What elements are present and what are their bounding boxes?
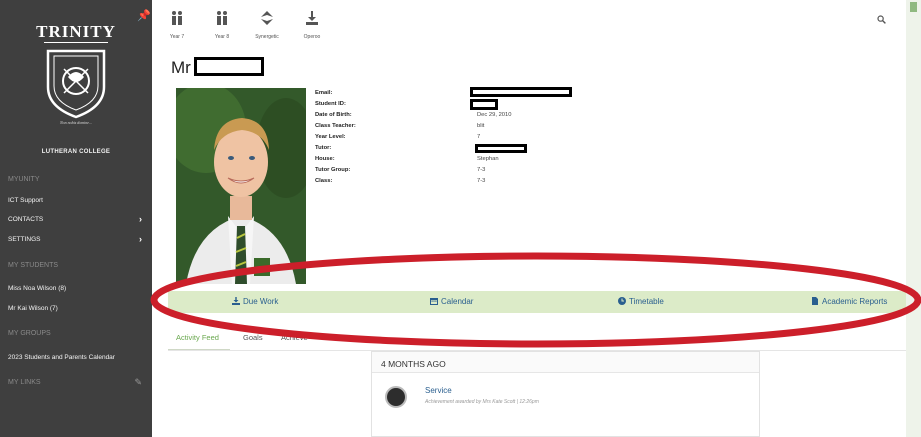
synergetic-icon	[261, 11, 273, 25]
value-house: Stephan	[477, 156, 499, 162]
section-my-students: MY STUDENTS	[8, 262, 59, 269]
label-class-teacher: Class Teacher:	[315, 123, 356, 129]
topbar-item-synergetic[interactable]: Synergetic	[247, 10, 287, 40]
topbar-label: Year 7	[169, 34, 185, 40]
academic-reports-label: Academic Reports	[822, 297, 888, 306]
school-crest: TRINITY Non nobis domine...	[30, 22, 122, 147]
college-name: LUTHERAN COLLEGE	[41, 149, 111, 155]
top-bar: Year 7 Year 8 Synergetic Operoo	[152, 0, 906, 44]
crest-title: TRINITY	[36, 22, 116, 41]
label-house: House:	[315, 156, 335, 162]
calendar-button[interactable]: Calendar	[430, 297, 473, 306]
timetable-button[interactable]: Timetable	[618, 297, 664, 306]
pin-icon[interactable]: 📌	[137, 9, 151, 22]
topbar-item-year-7[interactable]: Year 7	[157, 10, 197, 40]
topbar-item-operoo[interactable]: Operoo	[292, 10, 332, 40]
value-dob: Dec 29, 2010	[477, 112, 512, 118]
student-portrait-image	[176, 88, 306, 284]
pencil-icon[interactable]: ✎	[134, 377, 142, 388]
value-class-teacher: blit	[477, 123, 485, 129]
student-photo	[176, 88, 306, 284]
label-dob: Date of Birth:	[315, 112, 352, 118]
value-tutor-group: 7-3	[477, 167, 486, 173]
value-year-level: 7	[477, 134, 481, 140]
scrollbar-track[interactable]	[906, 0, 921, 437]
topbar-item-year-8[interactable]: Year 8	[202, 10, 242, 40]
section-myunity: MYUNITY	[8, 176, 40, 183]
label-year-level: Year Level:	[315, 134, 346, 140]
tab-goals[interactable]: Goals	[243, 333, 263, 342]
redaction-box	[470, 99, 498, 110]
sidebar-item-label: CONTACTS	[8, 216, 44, 223]
crest-underline	[44, 42, 108, 43]
sidebar-item-student-noa[interactable]: Miss Noa Wilson (8)	[8, 285, 148, 292]
crest-motto: Non nobis domine...	[59, 120, 93, 125]
sidebar-item-student-kai[interactable]: Mr Kai Wilson (7)	[8, 305, 148, 312]
shield-icon	[46, 49, 106, 119]
people-icon	[172, 11, 182, 25]
chevron-right-icon: ›	[139, 234, 142, 244]
tab-achievements[interactable]: Achieve	[281, 333, 308, 342]
label-tutor: Tutor:	[315, 145, 332, 151]
due-work-button[interactable]: Due Work	[232, 297, 278, 306]
calendar-label: Calendar	[441, 297, 474, 306]
feed-header: 4 MONTHS AGO	[372, 352, 759, 373]
section-label: MY LINKS	[8, 379, 41, 386]
label-student-id: Student ID:	[315, 101, 346, 107]
redaction-box	[194, 57, 264, 76]
sidebar-item-settings[interactable]: SETTINGS ›	[8, 234, 148, 244]
topbar-label: Year 8	[214, 34, 230, 40]
clock-icon	[618, 297, 626, 305]
scrollbar-thumb[interactable]	[910, 2, 917, 12]
sidebar-item-label: ICT Support	[8, 197, 43, 204]
label-class: Class:	[315, 178, 333, 184]
document-icon	[812, 297, 818, 305]
section-my-groups: MY GROUPS	[8, 330, 51, 337]
activity-feed: 4 MONTHS AGO Service Achievement awarded…	[371, 351, 760, 437]
sidebar-item-label: Mr Kai Wilson (7)	[8, 305, 58, 312]
page-title: Mr	[171, 58, 191, 77]
feed-header-text: 4 MONTHS AGO	[381, 359, 446, 369]
download-icon	[306, 11, 318, 25]
label-email: Email:	[315, 90, 333, 96]
search-icon[interactable]	[877, 15, 886, 24]
redaction-box	[475, 144, 527, 153]
topbar-label: Synergetic	[255, 34, 279, 40]
feed-item-subtitle: Achievement awarded by Mrs Kate Scott | …	[425, 399, 539, 405]
timetable-label: Timetable	[629, 297, 664, 306]
sidebar-item-label: 2023 Students and Parents Calendar	[8, 354, 115, 361]
people-icon	[217, 11, 227, 25]
section-my-links: MY LINKS ✎	[8, 377, 148, 388]
label-tutor-group: Tutor Group:	[315, 167, 351, 173]
feed-item-title[interactable]: Service	[425, 386, 452, 395]
sidebar-item-label: SETTINGS	[8, 236, 41, 243]
calendar-icon	[430, 298, 438, 305]
value-class: 7-3	[477, 178, 486, 184]
sidebar-item-ict-support[interactable]: ICT Support	[8, 197, 148, 204]
sidebar-item-calendar-group[interactable]: 2023 Students and Parents Calendar	[8, 354, 148, 361]
academic-reports-button[interactable]: Academic Reports	[811, 297, 887, 306]
sidebar: 📌 TRINITY Non nobis domine... LUTHERAN C…	[0, 0, 152, 437]
chevron-right-icon: ›	[139, 214, 142, 224]
tab-activity-feed[interactable]: Activity Feed	[176, 333, 219, 342]
sidebar-item-label: Miss Noa Wilson (8)	[8, 285, 67, 292]
download-icon	[232, 297, 240, 305]
achievement-badge-icon	[385, 386, 407, 408]
app-window: 📌 TRINITY Non nobis domine... LUTHERAN C…	[0, 0, 921, 437]
sidebar-item-contacts[interactable]: CONTACTS ›	[8, 214, 148, 224]
redaction-box	[470, 87, 572, 97]
topbar-label: Operoo	[303, 34, 321, 40]
action-bar: Due Work Calendar Timetable Academic Rep…	[168, 291, 906, 313]
due-work-label: Due Work	[243, 297, 279, 306]
